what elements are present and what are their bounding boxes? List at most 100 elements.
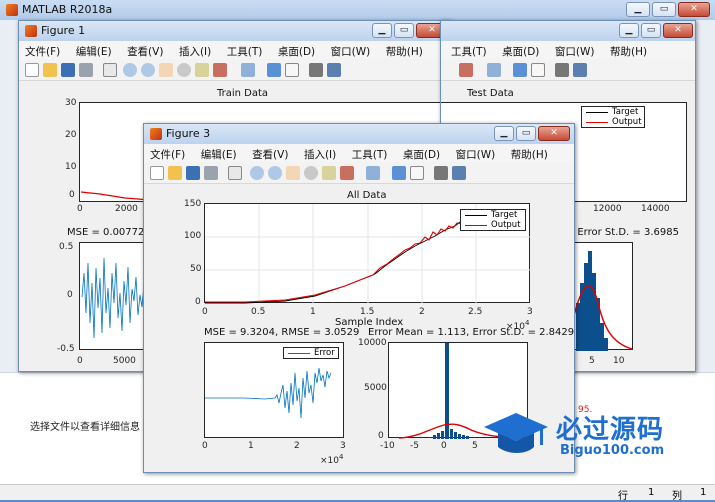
link-icon[interactable]: [487, 63, 501, 77]
error-legend-item: Error: [284, 348, 338, 358]
hide-tools-icon[interactable]: [434, 166, 448, 180]
menu-tools[interactable]: 工具(T): [221, 41, 269, 59]
pan-icon[interactable]: [159, 63, 173, 77]
legend-output: Output: [461, 220, 525, 230]
all-ytick-100: 100: [184, 231, 202, 241]
mse-ytick-m05: -0.5: [57, 344, 75, 354]
pointer-icon[interactable]: [103, 63, 117, 77]
menu2-window[interactable]: 窗口(W): [549, 41, 601, 59]
figure3-minimize-button[interactable]: ▁: [494, 126, 514, 141]
matlab-titlebar[interactable]: MATLAB R2018a ▁ ▭ ✕: [0, 0, 715, 20]
row-value: 1: [648, 487, 655, 498]
figure2-close-button[interactable]: ✕: [663, 23, 693, 38]
test-xtick-14000: 14000: [641, 204, 670, 214]
menu2-desktop[interactable]: 桌面(D): [496, 41, 545, 59]
minimize-button[interactable]: ▁: [626, 2, 650, 17]
menu2-tools[interactable]: 工具(T): [445, 41, 493, 59]
colorbar-icon[interactable]: [513, 63, 527, 77]
open-folder-icon[interactable]: [168, 166, 182, 180]
menu2-help[interactable]: 帮助(H): [604, 41, 653, 59]
test-hist-xtick-10: 10: [613, 356, 625, 366]
hide-tools-icon[interactable]: [309, 63, 323, 77]
brush-icon[interactable]: [340, 166, 354, 180]
open-folder-icon[interactable]: [43, 63, 57, 77]
print-icon[interactable]: [204, 166, 218, 180]
figure1-minimize-button[interactable]: ▁: [372, 23, 392, 38]
menu-desktop[interactable]: 桌面(D): [397, 144, 446, 162]
zoom-out-icon[interactable]: [141, 63, 155, 77]
link-icon[interactable]: [241, 63, 255, 77]
figure3-title: Figure 3: [166, 127, 211, 140]
rotate-icon[interactable]: [304, 166, 318, 180]
figure2-maximize-button[interactable]: ▭: [641, 23, 661, 38]
hist-ytick-10000: 10000: [358, 338, 387, 348]
rotate-icon[interactable]: [177, 63, 191, 77]
dock-icon[interactable]: [327, 63, 341, 77]
test-hist-bar: [592, 273, 596, 351]
mse-title: MSE = 9.3204, RMSE = 3.0529: [204, 327, 360, 338]
data-cursor-icon[interactable]: [322, 166, 336, 180]
zoom-in-icon[interactable]: [123, 63, 137, 77]
zoom-out-icon[interactable]: [268, 166, 282, 180]
figure3-titlebar[interactable]: Figure 3 ▁ ▭ ✕: [144, 124, 574, 144]
dock-icon[interactable]: [452, 166, 466, 180]
menu-help[interactable]: 帮助(H): [380, 41, 429, 59]
brush-icon[interactable]: [459, 63, 473, 77]
new-file-icon[interactable]: [25, 63, 39, 77]
menu-file[interactable]: 文件(F): [144, 144, 191, 162]
legend-icon[interactable]: [531, 63, 545, 77]
mse-xtick-0: 0: [77, 356, 83, 366]
all-ytick-0: 0: [195, 297, 201, 307]
test-xtick-12000: 12000: [593, 204, 622, 214]
menu-edit[interactable]: 编辑(E): [70, 41, 118, 59]
all-data-title: All Data: [347, 190, 387, 201]
menu-desktop[interactable]: 桌面(D): [272, 41, 321, 59]
test-hist-bar: [600, 323, 604, 351]
menu-window[interactable]: 窗口(W): [450, 144, 502, 162]
pointer-icon[interactable]: [228, 166, 242, 180]
link-icon[interactable]: [366, 166, 380, 180]
menu-help[interactable]: 帮助(H): [505, 144, 554, 162]
pan-icon[interactable]: [286, 166, 300, 180]
figure2-titlebar[interactable]: ▁ ▭ ✕: [441, 21, 695, 41]
menu-edit[interactable]: 编辑(E): [195, 144, 243, 162]
figure2-menubar: 工具(T) 桌面(D) 窗口(W) 帮助(H): [441, 41, 695, 59]
err-xtick-0: 0: [202, 441, 208, 451]
figure1-menubar: 文件(F) 编辑(E) 查看(V) 插入(I) 工具(T) 桌面(D) 窗口(W…: [19, 41, 451, 59]
menu-file[interactable]: 文件(F): [19, 41, 66, 59]
error-hist-bar: [466, 436, 469, 439]
save-icon[interactable]: [186, 166, 200, 180]
colorbar-icon[interactable]: [267, 63, 281, 77]
error-hist-bar: [462, 435, 465, 439]
hide-tools-icon[interactable]: [555, 63, 569, 77]
menu-insert[interactable]: 插入(I): [173, 41, 217, 59]
test-data-title: Test Data: [467, 88, 514, 99]
figure3-maximize-button[interactable]: ▭: [516, 126, 536, 141]
mse-ytick-0: 0: [67, 290, 73, 300]
print-icon[interactable]: [79, 63, 93, 77]
save-icon[interactable]: [61, 63, 75, 77]
error-hist-title: Error Mean = 1.113, Error St.D. = 2.8429: [368, 327, 575, 338]
figure1-titlebar[interactable]: Figure 1 ▁ ▭ ✕: [19, 21, 451, 41]
menu-view[interactable]: 查看(V): [246, 144, 294, 162]
figure3-close-button[interactable]: ✕: [538, 126, 570, 141]
all-xtick-2: 2: [419, 307, 425, 317]
new-file-icon[interactable]: [150, 166, 164, 180]
zoom-in-icon[interactable]: [250, 166, 264, 180]
dock-icon[interactable]: [573, 63, 587, 77]
figure1-maximize-button[interactable]: ▭: [394, 23, 414, 38]
maximize-button[interactable]: ▭: [652, 2, 676, 17]
colorbar-icon[interactable]: [392, 166, 406, 180]
menu-insert[interactable]: 插入(I): [298, 144, 342, 162]
close-button[interactable]: ✕: [678, 2, 710, 17]
legend-icon[interactable]: [410, 166, 424, 180]
data-cursor-icon[interactable]: [195, 63, 209, 77]
err-exponent: ×104: [320, 453, 344, 466]
brush-icon[interactable]: [213, 63, 227, 77]
menu-view[interactable]: 查看(V): [121, 41, 169, 59]
train-xtick-2000: 2000: [115, 204, 138, 214]
figure2-minimize-button[interactable]: ▁: [619, 23, 639, 38]
menu-window[interactable]: 窗口(W): [325, 41, 377, 59]
menu-tools[interactable]: 工具(T): [346, 144, 394, 162]
legend-icon[interactable]: [285, 63, 299, 77]
